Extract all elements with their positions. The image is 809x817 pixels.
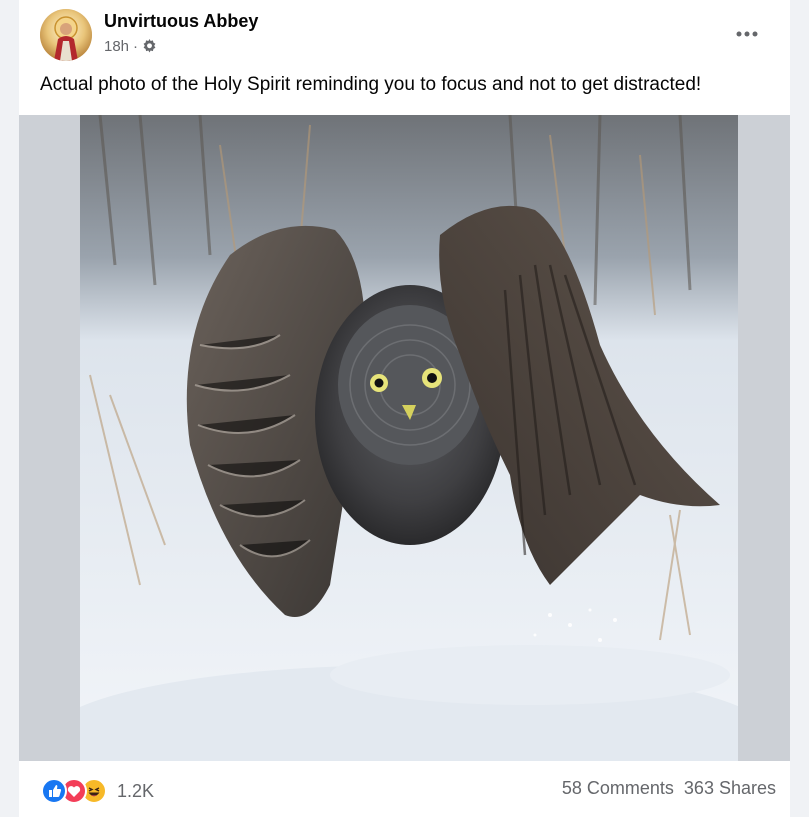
meta-separator: · xyxy=(133,38,139,55)
reaction-count[interactable]: 1.2K xyxy=(117,781,154,802)
post-card: Unvirtuous Abbey 18h · Actual photo of t… xyxy=(19,0,790,817)
post-footer: 1.2K 58 Comments 363 Shares xyxy=(19,761,790,817)
post-header: Unvirtuous Abbey 18h · xyxy=(19,0,790,70)
engagement-stats: 58 Comments 363 Shares xyxy=(562,778,776,799)
post-meta: 18h · xyxy=(104,38,157,55)
post-photo-container[interactable] xyxy=(19,115,790,761)
post-caption: Actual photo of the Holy Spirit remindin… xyxy=(40,74,702,95)
author-name[interactable]: Unvirtuous Abbey xyxy=(104,11,258,32)
reaction-summary[interactable]: 1.2K xyxy=(41,778,154,804)
owl-photo[interactable] xyxy=(80,115,738,761)
shares-count[interactable]: 363 Shares xyxy=(684,778,776,799)
comments-count[interactable]: 58 Comments xyxy=(562,778,674,799)
more-options-icon[interactable] xyxy=(729,16,765,52)
avatar[interactable] xyxy=(40,9,92,61)
like-icon xyxy=(41,778,67,804)
post-time[interactable]: 18h xyxy=(104,38,129,55)
gear-icon[interactable] xyxy=(142,39,157,54)
avatar-image xyxy=(40,9,92,61)
